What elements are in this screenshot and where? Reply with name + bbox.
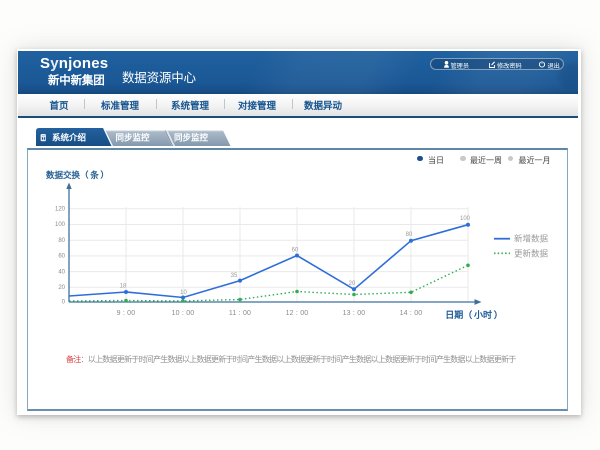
svg-text:0: 0 [62, 300, 66, 306]
svg-text:20: 20 [58, 285, 65, 291]
svg-text:9 : 00: 9 : 00 [117, 310, 136, 317]
svg-text:100: 100 [460, 216, 471, 222]
svg-text:同步监控: 同步监控 [174, 133, 209, 143]
svg-text:12 : 00: 12 : 00 [286, 310, 309, 317]
svg-text:100: 100 [55, 222, 66, 228]
svg-text:日期（ 小时 ）: 日期（ 小时 ） [445, 309, 503, 320]
svg-text:80: 80 [406, 232, 413, 238]
svg-text:20: 20 [349, 281, 356, 287]
svg-text:14 : 00: 14 : 00 [400, 310, 423, 317]
svg-text:10: 10 [180, 290, 187, 296]
svg-text:新增数据: 新增数据 [514, 234, 549, 244]
svg-text:18: 18 [120, 284, 127, 290]
svg-text:更新数据: 更新数据 [514, 248, 549, 258]
svg-text:系统介绍: 系统介绍 [52, 133, 87, 143]
svg-text:13 : 00: 13 : 00 [343, 310, 366, 317]
svg-text:120: 120 [55, 207, 66, 213]
svg-text:同步监控: 同步监控 [115, 133, 150, 143]
svg-text:80: 80 [58, 238, 65, 244]
svg-text:60: 60 [292, 248, 299, 254]
svg-text:40: 40 [58, 269, 65, 275]
svg-text:11 : 00: 11 : 00 [229, 310, 251, 317]
svg-text:60: 60 [58, 254, 65, 260]
svg-text:35: 35 [231, 273, 238, 279]
svg-text:10 : 00: 10 : 00 [172, 310, 195, 317]
